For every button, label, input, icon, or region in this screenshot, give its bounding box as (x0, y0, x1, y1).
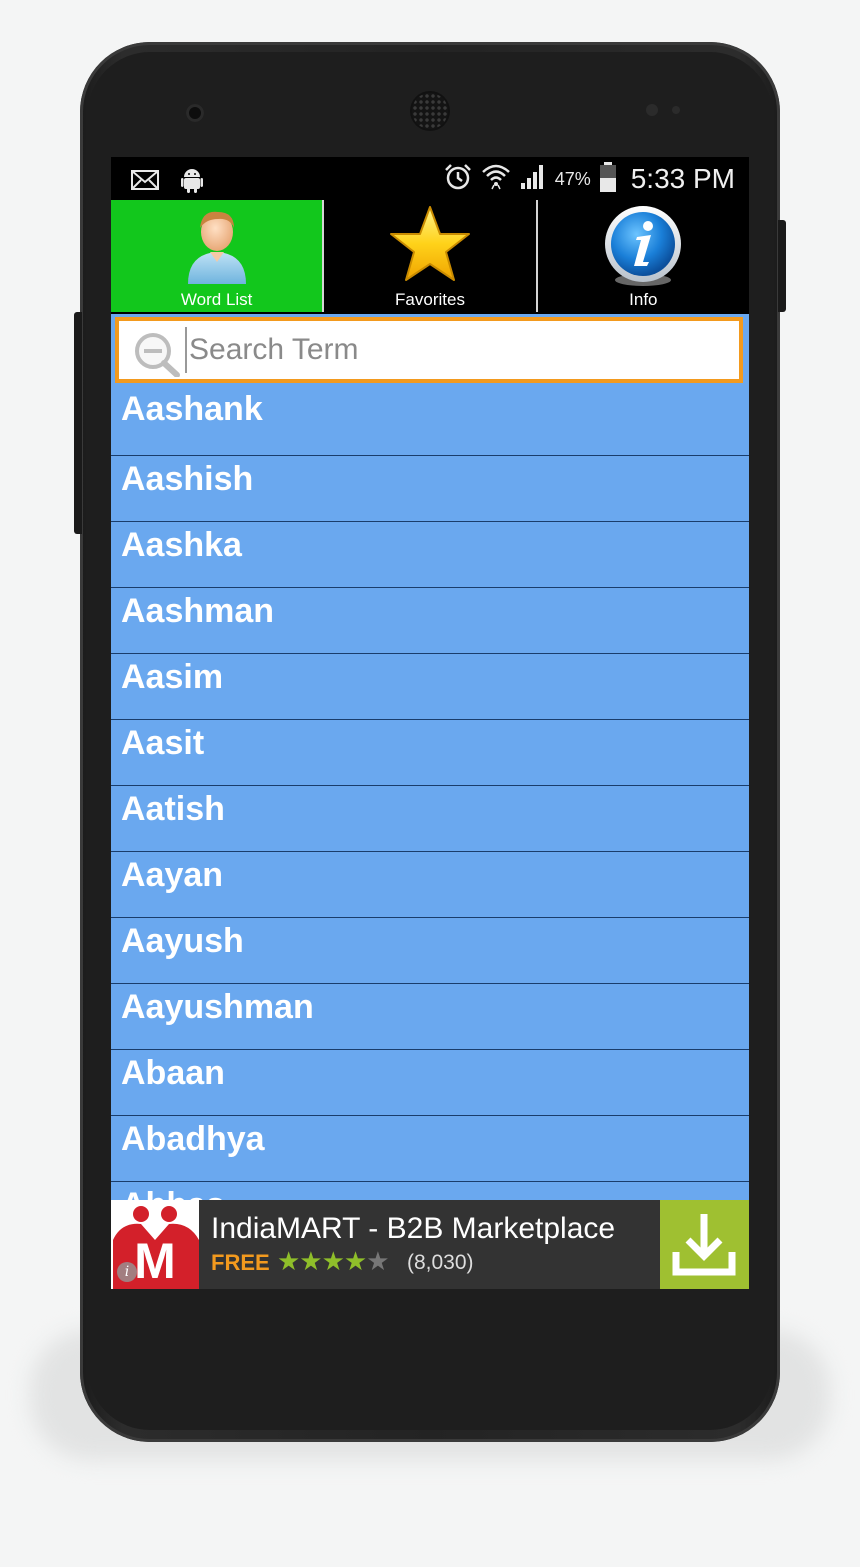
search-input[interactable] (185, 327, 729, 373)
svg-text:M: M (134, 1233, 176, 1289)
list-item[interactable]: Aasit (111, 720, 749, 786)
list-item-label: Abaan (121, 1054, 225, 1092)
list-item-label: Aayan (121, 856, 224, 894)
ad-review-count: (8,030) (407, 1251, 474, 1274)
alarm-icon (443, 162, 473, 197)
screen: 47% 5:33 PM Word List Favorites Info Sea… (111, 157, 749, 1289)
list-item[interactable]: Aayushman (111, 984, 749, 1050)
list-item-label: Aashank (121, 390, 263, 428)
list-item[interactable]: Abadhya (111, 1116, 749, 1182)
tab-bar: Word List Favorites Info (111, 200, 749, 312)
list-item-label: Aatish (121, 790, 225, 828)
battery-icon (599, 161, 617, 197)
list-item[interactable]: Abbas (111, 1182, 749, 1200)
list-item[interactable]: Abaan (111, 1050, 749, 1116)
android-icon (181, 167, 203, 198)
clock: 5:33 PM (630, 163, 735, 194)
list-item[interactable]: Aashman (111, 588, 749, 654)
list-item-label: Aasit (121, 724, 205, 762)
tab-label: Word List (180, 290, 253, 309)
info-icon (601, 204, 685, 293)
list-item-label: Aashish (121, 460, 254, 498)
tab-favorites[interactable]: Favorites (324, 200, 538, 312)
list-item-label: Aayushman (121, 988, 314, 1026)
search-bar (111, 314, 749, 390)
ad-info-icon[interactable]: i (117, 1262, 137, 1282)
search-box[interactable] (115, 317, 743, 383)
star-icon (387, 204, 473, 291)
download-icon (660, 1214, 749, 1289)
power-button (778, 220, 786, 312)
proximity-sensor (646, 104, 658, 116)
list-item[interactable]: Aashka (111, 522, 749, 588)
signal-icon (519, 163, 547, 196)
list-item[interactable]: Aayan (111, 852, 749, 918)
download-button[interactable] (660, 1200, 749, 1289)
front-camera (186, 104, 204, 122)
word-list: Aashank Aashish Aashka Aashman Aasim Aas… (111, 390, 749, 1200)
ad-banner[interactable]: M i IndiaMART - B2B Marketplace FREE ★★★… (111, 1200, 749, 1289)
list-item-label: Abadhya (121, 1120, 265, 1158)
list-item[interactable]: Aashish (111, 456, 749, 522)
wifi-icon (481, 162, 511, 197)
rating-stars-icon: ★★★★★ (277, 1246, 390, 1276)
list-item-label: Aashman (121, 592, 275, 630)
list-item[interactable]: Aasim (111, 654, 749, 720)
mail-icon (131, 170, 159, 195)
indiamart-logo: M i (111, 1200, 199, 1289)
list-item-label: Aayush (121, 922, 244, 960)
volume-button (74, 312, 82, 534)
light-sensor (672, 106, 680, 114)
list-item-label: Aashka (121, 526, 242, 564)
battery-percent: 47% (554, 168, 591, 189)
list-item-label: Aasim (121, 658, 224, 696)
user-icon (182, 204, 252, 291)
list-item[interactable]: Aatish (111, 786, 749, 852)
ad-title: IndiaMART - B2B Marketplace (211, 1212, 616, 1245)
status-bar: 47% 5:33 PM (111, 157, 749, 200)
list-item-label: Abbas (121, 1186, 225, 1200)
tab-word-list[interactable]: Word List (111, 200, 325, 312)
tab-label: Info (629, 290, 658, 309)
tab-label: Favorites (395, 290, 465, 309)
tab-info[interactable]: Info (537, 200, 749, 312)
search-icon (133, 331, 181, 382)
ad-price: FREE (211, 1250, 270, 1275)
list-item[interactable]: Aayush (111, 918, 749, 984)
list-item[interactable]: Aashank (111, 390, 749, 456)
earpiece-speaker (412, 93, 448, 129)
